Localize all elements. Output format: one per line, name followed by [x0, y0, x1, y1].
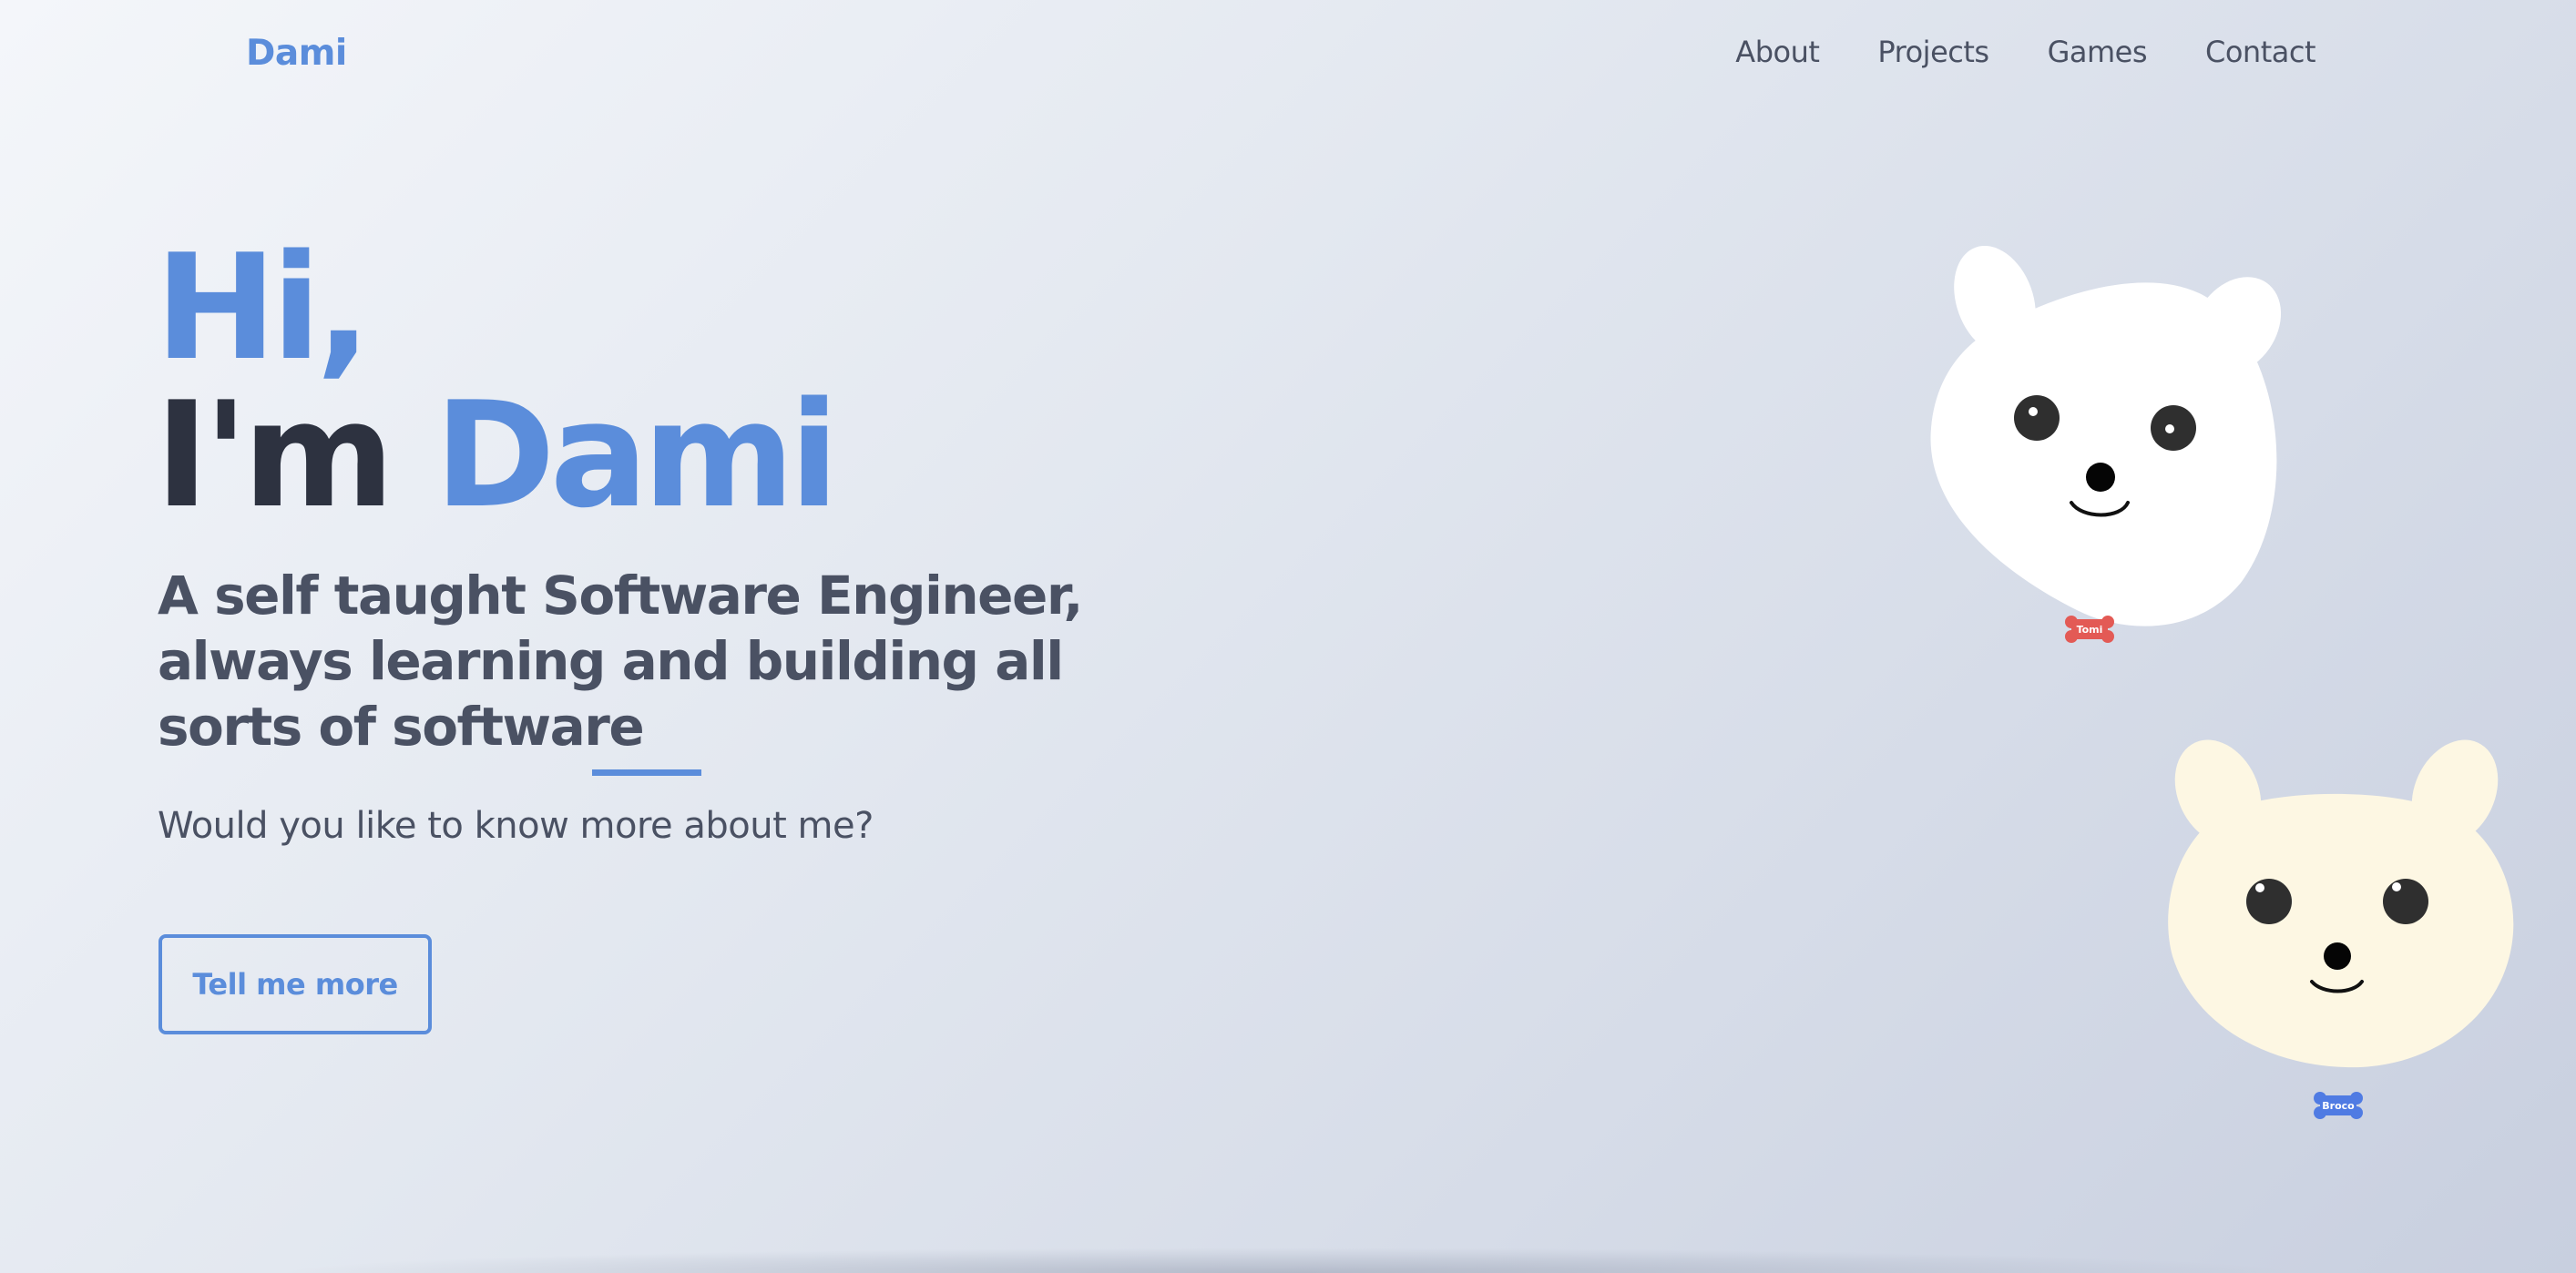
nav-link-games[interactable]: Games [2048, 35, 2148, 69]
dog-name-label: Tomi [2077, 624, 2103, 636]
top-navigation: Dami About Projects Games Contact [0, 0, 2576, 109]
dog-name-tag: Tomi [2065, 616, 2114, 643]
dog-eye-left-glint [2029, 407, 2038, 416]
dog-eye-left [2014, 395, 2060, 441]
dog-broco-illustration: Broco [2168, 739, 2514, 1119]
pet-dog-broco[interactable]: Broco [2145, 738, 2537, 1129]
hero-intro: I'm Dami [155, 382, 839, 528]
name-tag-bone-knob [2101, 630, 2114, 643]
dog-head [2168, 793, 2514, 1068]
nav-link-projects[interactable]: Projects [1877, 35, 1989, 69]
dog-eye-right [2383, 879, 2428, 924]
hero-intro-prefix: I'm [155, 370, 394, 540]
nav-link-about[interactable]: About [1735, 35, 1820, 69]
name-tag-bone-knob [2101, 616, 2114, 628]
nav-links: About Projects Games Contact [1735, 35, 2315, 69]
dog-eye-right-glint [2392, 882, 2401, 891]
nav-link-contact[interactable]: Contact [2205, 35, 2316, 69]
hero-divider [592, 769, 701, 776]
hero-question: Would you like to know more about me? [158, 805, 874, 847]
hero-greeting: Hi, [155, 222, 372, 392]
hero-subtitle: A self taught Software Engineer, always … [158, 565, 1083, 758]
dog-eye-left-glint [2255, 883, 2264, 892]
pet-dog-tomi[interactable]: Tomi [1922, 245, 2305, 656]
dog-name-tag: Broco [2314, 1092, 2363, 1119]
dog-nose [2324, 942, 2351, 970]
tell-me-more-button[interactable]: Tell me more [158, 934, 432, 1034]
section-bottom-shadow [273, 1248, 2305, 1273]
dog-tomi-illustration: Tomi [1930, 245, 2282, 643]
dog-nose [2086, 463, 2115, 492]
dog-name-label: Broco [2322, 1100, 2355, 1112]
dog-eye-left [2246, 879, 2292, 924]
brand-logo-link[interactable]: Dami [246, 33, 347, 74]
hero-intro-name: Dami [434, 370, 839, 540]
dog-eye-right-glint [2165, 424, 2174, 433]
